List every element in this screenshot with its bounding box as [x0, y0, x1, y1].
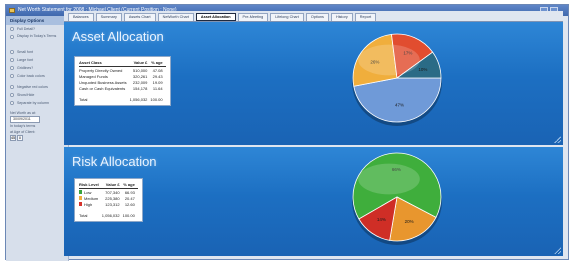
total-pct: 100.00	[122, 212, 135, 218]
risk-color-swatch	[79, 202, 82, 207]
risk-color-swatch	[79, 196, 82, 201]
table-row: Unquoted Business Assets 232,009 19.09	[79, 79, 166, 85]
row-label: Managed Funds	[79, 73, 108, 79]
row-value: 320,261	[132, 73, 148, 79]
total-row: Total 1,056,032 100.00	[79, 208, 138, 219]
radio-icon[interactable]	[10, 101, 14, 105]
display-option-label: Separate by column	[17, 101, 49, 105]
display-option-label: Gridlines?	[17, 66, 34, 70]
radio-icon[interactable]	[10, 50, 14, 54]
display-option[interactable]: Large font	[6, 56, 68, 64]
date-field[interactable]: 30/09/2011	[10, 116, 40, 123]
tab-history[interactable]: History	[330, 13, 353, 21]
tab-balances[interactable]: Balances	[68, 13, 94, 21]
tab-bar: Balances Summary Assets Chart NetWorth Char…	[64, 11, 563, 22]
radio-icon[interactable]	[10, 93, 14, 97]
asset-allocation-pie-chart: 47%26%17%10%	[352, 33, 442, 126]
total-label: Total	[79, 96, 88, 102]
display-option-label: Negative red colors	[17, 85, 48, 89]
row-value: 154,178	[132, 86, 148, 92]
row-value: 510,000	[132, 67, 148, 73]
radio-icon[interactable]	[10, 35, 14, 39]
display-option-label: Show/Hide	[17, 93, 35, 97]
display-option[interactable]: Show/Hide	[6, 91, 68, 99]
radio-icon[interactable]	[10, 66, 14, 70]
tab-report[interactable]: Report	[354, 13, 377, 21]
pie-gloss	[358, 163, 420, 195]
risk-allocation-pie-chart: 66%20%14%	[352, 152, 442, 245]
display-option[interactable]: Full Detail?	[6, 25, 68, 33]
tab-summary[interactable]: Summary	[95, 13, 122, 21]
table-row: High 123,312 12.60	[79, 201, 138, 207]
asset-slice-label: 10%	[418, 67, 427, 72]
risk-allocation-table: Risk Level Value £% age Low 707,340 66.93 Med…	[74, 178, 143, 223]
display-option-label: Display in Today's Terms	[17, 34, 57, 38]
asset-allocation-panel: Asset Allocation Asset Class Value £% age…	[64, 22, 563, 145]
row-percent: 66.93	[124, 189, 135, 195]
row-label: Unquoted Business Assets	[79, 79, 127, 85]
table-row: Property Directly Owned 510,000 47.08	[79, 67, 166, 74]
asset-slice-label: 47%	[395, 103, 404, 108]
display-option-label: Large font	[17, 58, 34, 62]
resize-grip-icon[interactable]	[554, 136, 561, 143]
row-value: 225,380	[105, 195, 120, 201]
total-pct: 100.00	[150, 96, 163, 102]
asset-allocation-table: Asset Class Value £% age Property Directly…	[74, 56, 171, 107]
age-value[interactable]: 45	[10, 135, 16, 141]
display-option-label: Full Detail?	[17, 27, 35, 31]
display-option[interactable]: Color back colors	[6, 72, 68, 80]
spin-arrows-icon[interactable]: ⇕	[17, 135, 23, 141]
tab-pre-meeting[interactable]: Pre-Meeting	[237, 13, 269, 21]
asset-allocation-title: Asset Allocation	[72, 29, 164, 44]
row-label: Low	[84, 189, 92, 195]
table-row: Medium 225,380 20.47	[79, 195, 138, 201]
radio-icon[interactable]	[10, 58, 14, 62]
resize-grip-icon[interactable]	[554, 247, 561, 254]
total-value: 1,056,032	[101, 212, 120, 218]
radio-icon[interactable]	[10, 74, 14, 78]
tab-options[interactable]: Options	[305, 13, 329, 21]
total-row: Total 1,056,032 100.00	[79, 92, 166, 103]
radio-icon[interactable]	[10, 27, 14, 31]
display-option[interactable]: Display in Today's Terms	[6, 33, 68, 45]
tab-networth-chart[interactable]: NetWorth Chart	[157, 13, 194, 21]
display-option[interactable]: Gridlines?	[6, 64, 68, 72]
display-options-sidebar: Display Options Full Detail? Display in T…	[6, 16, 69, 261]
asset-slice[interactable]	[353, 77, 442, 123]
row-label: Property Directly Owned	[79, 67, 123, 73]
age-stepper[interactable]: 45 ⇕	[10, 135, 68, 141]
row-label: Cash or Cash Equivalents	[79, 86, 126, 92]
sidebar-header: Display Options	[6, 16, 68, 25]
total-label: Total	[79, 212, 88, 218]
row-value: 232,009	[132, 79, 148, 85]
app-icon	[9, 8, 15, 13]
display-option-label: Small font	[17, 50, 33, 54]
row-value: 707,340	[105, 189, 120, 195]
row-percent: 47.08	[152, 67, 163, 73]
row-label: High	[84, 201, 93, 207]
display-option[interactable]: Negative red colors	[6, 83, 68, 91]
table-row: Low 707,340 66.93	[79, 189, 138, 196]
row-value: 123,312	[105, 201, 120, 207]
row-label: Medium	[84, 195, 99, 201]
risk-slice-label: 20%	[405, 219, 414, 224]
risk-color-swatch	[79, 190, 82, 195]
risk-allocation-title: Risk Allocation	[72, 154, 157, 169]
total-value: 1,056,032	[129, 96, 148, 102]
tab-lifelong-chart[interactable]: Lifelong Chart	[270, 13, 304, 21]
display-option[interactable]: Separate by column	[6, 99, 68, 107]
risk-slice-label: 14%	[377, 217, 386, 222]
display-option-label: Color back colors	[17, 74, 45, 78]
display-option[interactable]: Small font	[6, 48, 68, 56]
tab-asset-allocation[interactable]: Asset Allocation	[195, 13, 236, 21]
table-row: Cash or Cash Equivalents 154,178 11.64	[79, 86, 166, 92]
pie-gloss	[358, 44, 420, 76]
radio-icon[interactable]	[10, 85, 14, 89]
risk-allocation-panel: Risk Allocation Risk Level Value £% age Lo…	[64, 147, 563, 256]
tab-assets-chart[interactable]: Assets Chart	[123, 13, 156, 21]
